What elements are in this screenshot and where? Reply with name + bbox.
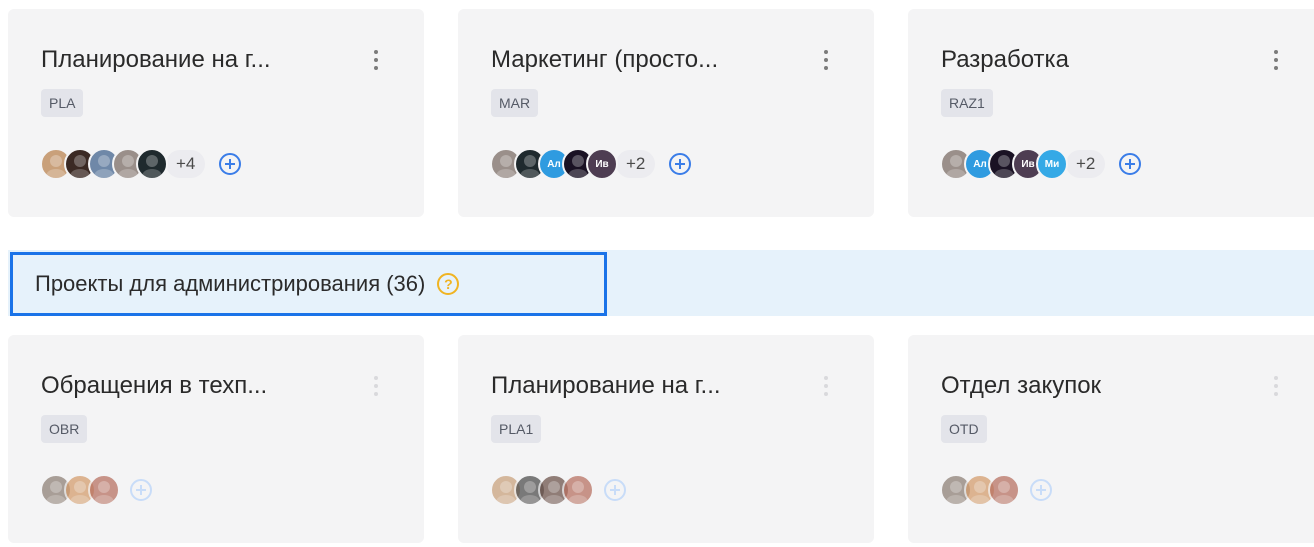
add-member-icon[interactable] bbox=[669, 153, 692, 175]
project-title[interactable]: Маркетинг (просто... bbox=[491, 46, 718, 74]
project-card[interactable]: Маркетинг (просто... MAR Ал Ив +2 bbox=[458, 9, 874, 217]
member-avatars: +4 bbox=[40, 148, 242, 180]
person-photo-icon bbox=[94, 481, 114, 504]
member-avatars: Ал Ив +2 bbox=[490, 148, 692, 180]
add-member-icon[interactable] bbox=[1119, 153, 1142, 175]
project-key-badge: MAR bbox=[491, 89, 539, 117]
member-avatars bbox=[40, 474, 152, 506]
more-vertical-icon[interactable] bbox=[1266, 45, 1286, 75]
member-avatars bbox=[940, 474, 1052, 506]
section-title: Проекты для администрирования (36) bbox=[35, 271, 426, 296]
project-title[interactable]: Разработка bbox=[941, 46, 1069, 74]
more-members-badge[interactable]: +2 bbox=[1064, 148, 1108, 180]
avatar[interactable] bbox=[562, 474, 594, 506]
more-vertical-icon[interactable] bbox=[366, 371, 386, 401]
project-card[interactable]: Отдел закупок OTD bbox=[908, 335, 1314, 543]
more-members-badge[interactable]: +4 bbox=[164, 148, 208, 180]
avatar[interactable] bbox=[988, 474, 1020, 506]
more-members-badge[interactable]: +2 bbox=[614, 148, 658, 180]
question-circle-icon[interactable]: ? bbox=[437, 273, 460, 295]
section-header[interactable]: Проекты для администрирования (36) ? bbox=[10, 252, 607, 316]
person-photo-icon bbox=[142, 155, 162, 178]
project-key-badge: OBR bbox=[41, 415, 88, 443]
project-key-badge: PLA bbox=[41, 89, 84, 117]
project-title[interactable]: Планирование на г... bbox=[491, 372, 721, 400]
add-member-icon[interactable] bbox=[604, 479, 626, 501]
avatar[interactable]: Ми bbox=[1036, 148, 1068, 180]
more-vertical-icon[interactable] bbox=[816, 371, 836, 401]
project-title[interactable]: Обращения в техп... bbox=[41, 372, 267, 400]
project-title[interactable]: Отдел закупок bbox=[941, 372, 1101, 400]
add-member-icon[interactable] bbox=[130, 479, 152, 501]
avatar[interactable]: Ив bbox=[586, 148, 618, 180]
project-key-badge: OTD bbox=[941, 415, 987, 443]
more-vertical-icon[interactable] bbox=[1266, 371, 1286, 401]
add-member-icon[interactable] bbox=[1030, 479, 1052, 501]
project-card[interactable]: Разработка RAZ1 Ал Ив Ми +2 bbox=[908, 9, 1314, 217]
project-key-badge: RAZ1 bbox=[941, 89, 993, 117]
project-card[interactable]: Планирование на г... PLA +4 bbox=[8, 9, 424, 217]
person-photo-icon bbox=[994, 481, 1014, 504]
avatar[interactable] bbox=[136, 148, 168, 180]
avatar[interactable] bbox=[88, 474, 120, 506]
project-title[interactable]: Планирование на г... bbox=[41, 46, 271, 74]
member-avatars: Ал Ив Ми +2 bbox=[940, 148, 1142, 180]
person-photo-icon bbox=[568, 481, 588, 504]
project-card[interactable]: Планирование на г... PLA1 bbox=[458, 335, 874, 543]
more-vertical-icon[interactable] bbox=[366, 45, 386, 75]
project-key-badge: PLA1 bbox=[491, 415, 542, 443]
member-avatars bbox=[490, 474, 626, 506]
project-card[interactable]: Обращения в техп... OBR bbox=[8, 335, 424, 543]
more-vertical-icon[interactable] bbox=[816, 45, 836, 75]
add-member-icon[interactable] bbox=[219, 153, 242, 175]
